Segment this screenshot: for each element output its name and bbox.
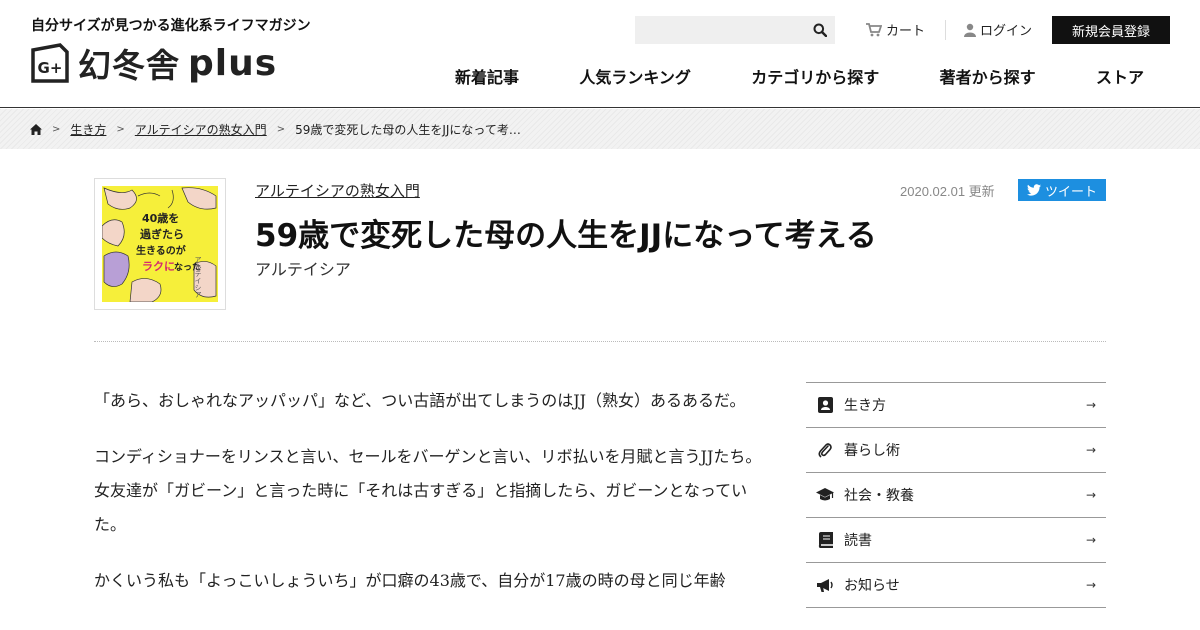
article-author[interactable]: アルテイシア — [255, 256, 351, 280]
category-label: 読書 — [844, 533, 872, 549]
breadcrumb-separator: > — [276, 124, 286, 135]
arrow-right-icon: → — [1085, 398, 1096, 412]
cover-title-line-1: 40歳を — [142, 211, 179, 225]
breadcrumb-item-series[interactable]: アルテイシアの熟女入門 — [135, 121, 267, 138]
megaphone-icon — [816, 576, 834, 594]
arrow-right-icon: → — [1085, 488, 1096, 502]
user-icon — [964, 23, 976, 37]
logo-mark-text: G+ — [38, 59, 63, 77]
global-nav: 新着記事 人気ランキング カテゴリから探す 著者から探す ストア — [427, 64, 1172, 88]
category-item-dokusho[interactable]: 読書 → — [806, 518, 1106, 563]
article-paragraph: コンディショナーをリンスと言い、セールをバーゲンと言い、リボ払いを月賦と言うJJ… — [94, 447, 762, 534]
breadcrumb: > 生き方 > アルテイシアの熟女入門 > 59歳で変死した母の人生をJJになっ… — [30, 121, 521, 138]
header-divider — [945, 20, 946, 40]
article-body: 「あら、おしゃれなアッパッパ」など、つい古語が出てしまうのはJJ（熟女）あるある… — [94, 384, 764, 620]
category-menu: 生き方 → 暮らし術 → 社会・教養 → 読書 → お知らせ → — [806, 382, 1106, 608]
nav-store[interactable]: ストア — [1068, 64, 1172, 88]
home-icon[interactable] — [30, 124, 42, 135]
logo-mark-icon: G+ — [31, 43, 69, 83]
login-link[interactable]: ログイン — [964, 20, 1032, 39]
category-item-shakai[interactable]: 社会・教養 → — [806, 473, 1106, 518]
logo-plus: plus — [188, 42, 278, 84]
breadcrumb-item-category[interactable]: 生き方 — [70, 121, 106, 138]
category-label: 社会・教養 — [844, 488, 914, 504]
twitter-icon — [1026, 184, 1041, 196]
search-input[interactable] — [635, 16, 805, 44]
cart-link[interactable]: カート — [866, 20, 925, 39]
tweet-button[interactable]: ツイート — [1018, 179, 1106, 201]
cover-title-line-2: 過ぎたら — [139, 227, 184, 241]
search-box — [635, 16, 835, 44]
nav-new-articles[interactable]: 新着記事 — [427, 64, 547, 88]
login-label: ログイン — [980, 24, 1033, 39]
site-logo[interactable]: G+ 幻冬舎 plus — [30, 40, 277, 86]
nav-authors[interactable]: 著者から探す — [912, 64, 1064, 88]
series-thumbnail[interactable]: 40歳を 過ぎたら 生きるのが ラクに なった アルテイシア — [94, 178, 226, 310]
cart-label: カート — [886, 24, 926, 39]
cart-icon — [866, 22, 882, 36]
arrow-right-icon: → — [1085, 443, 1096, 457]
nav-categories[interactable]: カテゴリから探す — [723, 64, 907, 88]
arrow-right-icon: → — [1085, 533, 1096, 547]
graduation-cap-icon — [816, 486, 834, 504]
breadcrumb-bar: > 生き方 > アルテイシアの熟女入門 > 59歳で変死した母の人生をJJになっ… — [0, 109, 1200, 149]
header-divider-dotted — [94, 341, 1106, 342]
category-label: 暮らし術 — [844, 443, 900, 459]
article-paragraph: かくいう私も「よっこいしょういち」が口癖の43歳で、自分が17歳の時の母と同じ年… — [94, 571, 726, 590]
arrow-right-icon: → — [1085, 578, 1096, 592]
cover-author: アルテイシア — [194, 256, 202, 298]
book-icon — [816, 531, 834, 549]
breadcrumb-separator: > — [116, 124, 125, 135]
nav-ranking[interactable]: 人気ランキング — [551, 64, 719, 88]
search-button[interactable] — [805, 16, 835, 44]
tweet-label: ツイート — [1044, 184, 1097, 200]
breadcrumb-current: 59歳で変死した母の人生をJJになって考… — [295, 123, 521, 137]
person-card-icon — [816, 396, 834, 414]
category-label: お知らせ — [844, 578, 900, 594]
article-paragraph: 「あら、おしゃれなアッパッパ」など、つい古語が出てしまうのはJJ（熟女）あるある… — [94, 391, 746, 410]
category-item-oshirase[interactable]: お知らせ → — [806, 563, 1106, 608]
register-button[interactable]: 新規会員登録 — [1052, 16, 1170, 44]
updated-date: 2020.02.01 更新 — [900, 184, 995, 199]
breadcrumb-separator: > — [52, 124, 61, 135]
logo-kanji: 幻冬舎 — [78, 46, 180, 85]
search-icon — [813, 23, 827, 37]
cover-title-line-3: 生きるのが — [136, 244, 187, 257]
category-item-kurashi[interactable]: 暮らし術 → — [806, 428, 1106, 473]
article-title: 59歳で変死した母の人生をJJになって考える — [255, 218, 877, 254]
category-item-ikikata[interactable]: 生き方 → — [806, 383, 1106, 428]
site-tagline: 自分サイズが見つかる進化系ライフマガジン — [31, 18, 311, 34]
cover-title-line-4: ラクに — [142, 260, 175, 273]
book-cover-image: 40歳を 過ぎたら 生きるのが ラクに なった アルテイシア — [101, 186, 218, 303]
site-header: 自分サイズが見つかる進化系ライフマガジン G+ 幻冬舎 plus カート ログイ… — [0, 0, 1200, 108]
category-label: 生き方 — [844, 398, 886, 414]
series-link[interactable]: アルテイシアの熟女入門 — [255, 180, 420, 201]
paperclip-icon — [816, 441, 834, 459]
